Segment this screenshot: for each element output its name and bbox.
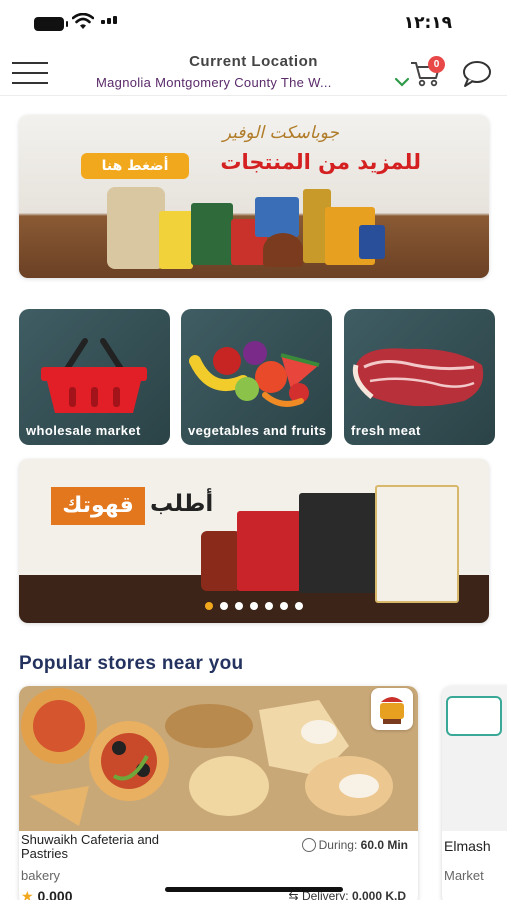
store-rating: ★ 0.000 xyxy=(21,888,73,900)
banner-brand-text: جوباسكت الوفير xyxy=(222,123,339,143)
product-image xyxy=(375,485,459,603)
product-image xyxy=(201,531,241,591)
carousel-dots xyxy=(19,597,489,615)
store-card[interactable]: Elmash Market xyxy=(442,686,507,900)
promo-banner-coffee[interactable]: قهوتك أطلب xyxy=(19,459,489,623)
store-category: Market xyxy=(444,868,484,883)
category-label: wholesale market xyxy=(26,423,141,438)
carousel-dot[interactable] xyxy=(280,602,288,610)
product-image xyxy=(299,493,379,593)
rating-value: 0.000 xyxy=(37,888,73,900)
location-selector[interactable]: Magnolia Montgomery County The W... xyxy=(96,75,386,90)
store-card[interactable]: Shuwaikh Cafeteria and Pastries During: … xyxy=(19,686,418,900)
banner-tag: قهوتك xyxy=(51,487,145,525)
store-logo xyxy=(446,696,502,736)
home-indicator xyxy=(165,887,343,892)
banner-headline: للمزيد من المنتجات xyxy=(220,150,421,174)
product-image xyxy=(191,203,233,265)
product-image xyxy=(159,211,193,269)
cellular-signal-icon xyxy=(101,16,117,24)
product-image xyxy=(263,233,303,267)
store-logo xyxy=(371,688,413,730)
carousel-dot[interactable] xyxy=(295,602,303,610)
category-tiles: wholesale market vegetables and fruits f… xyxy=(19,309,495,445)
store-image xyxy=(442,686,507,831)
store-delivery-time: During: 60.0 Min xyxy=(301,838,408,852)
store-image xyxy=(19,686,418,831)
carousel-dot[interactable] xyxy=(250,602,258,610)
product-image xyxy=(237,511,301,591)
delivery-value: 0.000 K.D xyxy=(351,889,406,900)
category-tile-wholesale[interactable]: wholesale market xyxy=(19,309,170,445)
star-icon: ★ xyxy=(21,888,34,900)
status-bar: ١٢:١٩ xyxy=(0,0,507,44)
time-label: During: xyxy=(318,838,358,852)
carousel-dot[interactable] xyxy=(235,602,243,610)
category-label: vegetables and fruits xyxy=(188,423,327,438)
product-image xyxy=(255,197,299,237)
store-name: Elmash xyxy=(444,838,491,854)
chevron-down-icon[interactable] xyxy=(394,76,410,88)
promo-banner-grocery[interactable]: جوباسكت الوفير للمزيد من المنتجات أضغط ه… xyxy=(19,115,489,278)
status-time: ١٢:١٩ xyxy=(403,13,452,33)
carousel-dot[interactable] xyxy=(220,602,228,610)
banner-text: أطلب xyxy=(150,491,214,517)
category-tile-vegetables[interactable]: vegetables and fruits xyxy=(181,309,332,445)
category-tile-meat[interactable]: fresh meat xyxy=(344,309,495,445)
clock-icon xyxy=(301,838,316,852)
battery-icon xyxy=(34,17,68,31)
carousel-dot[interactable] xyxy=(205,602,213,610)
section-title-popular-stores: Popular stores near you xyxy=(19,653,244,674)
category-label: fresh meat xyxy=(351,423,421,438)
time-value: 60.0 Min xyxy=(360,838,408,852)
product-image xyxy=(107,187,165,269)
carousel-dot[interactable] xyxy=(265,602,273,610)
store-category: bakery xyxy=(21,868,61,883)
chat-icon[interactable] xyxy=(462,60,492,88)
banner-cta-button[interactable]: أضغط هنا xyxy=(81,153,189,179)
store-name: Shuwaikh Cafeteria and Pastries xyxy=(21,832,160,861)
cart-count-badge: 0 xyxy=(428,56,445,73)
wifi-icon xyxy=(72,13,94,29)
header: Current Location Magnolia Montgomery Cou… xyxy=(0,48,507,96)
product-image xyxy=(359,225,385,259)
